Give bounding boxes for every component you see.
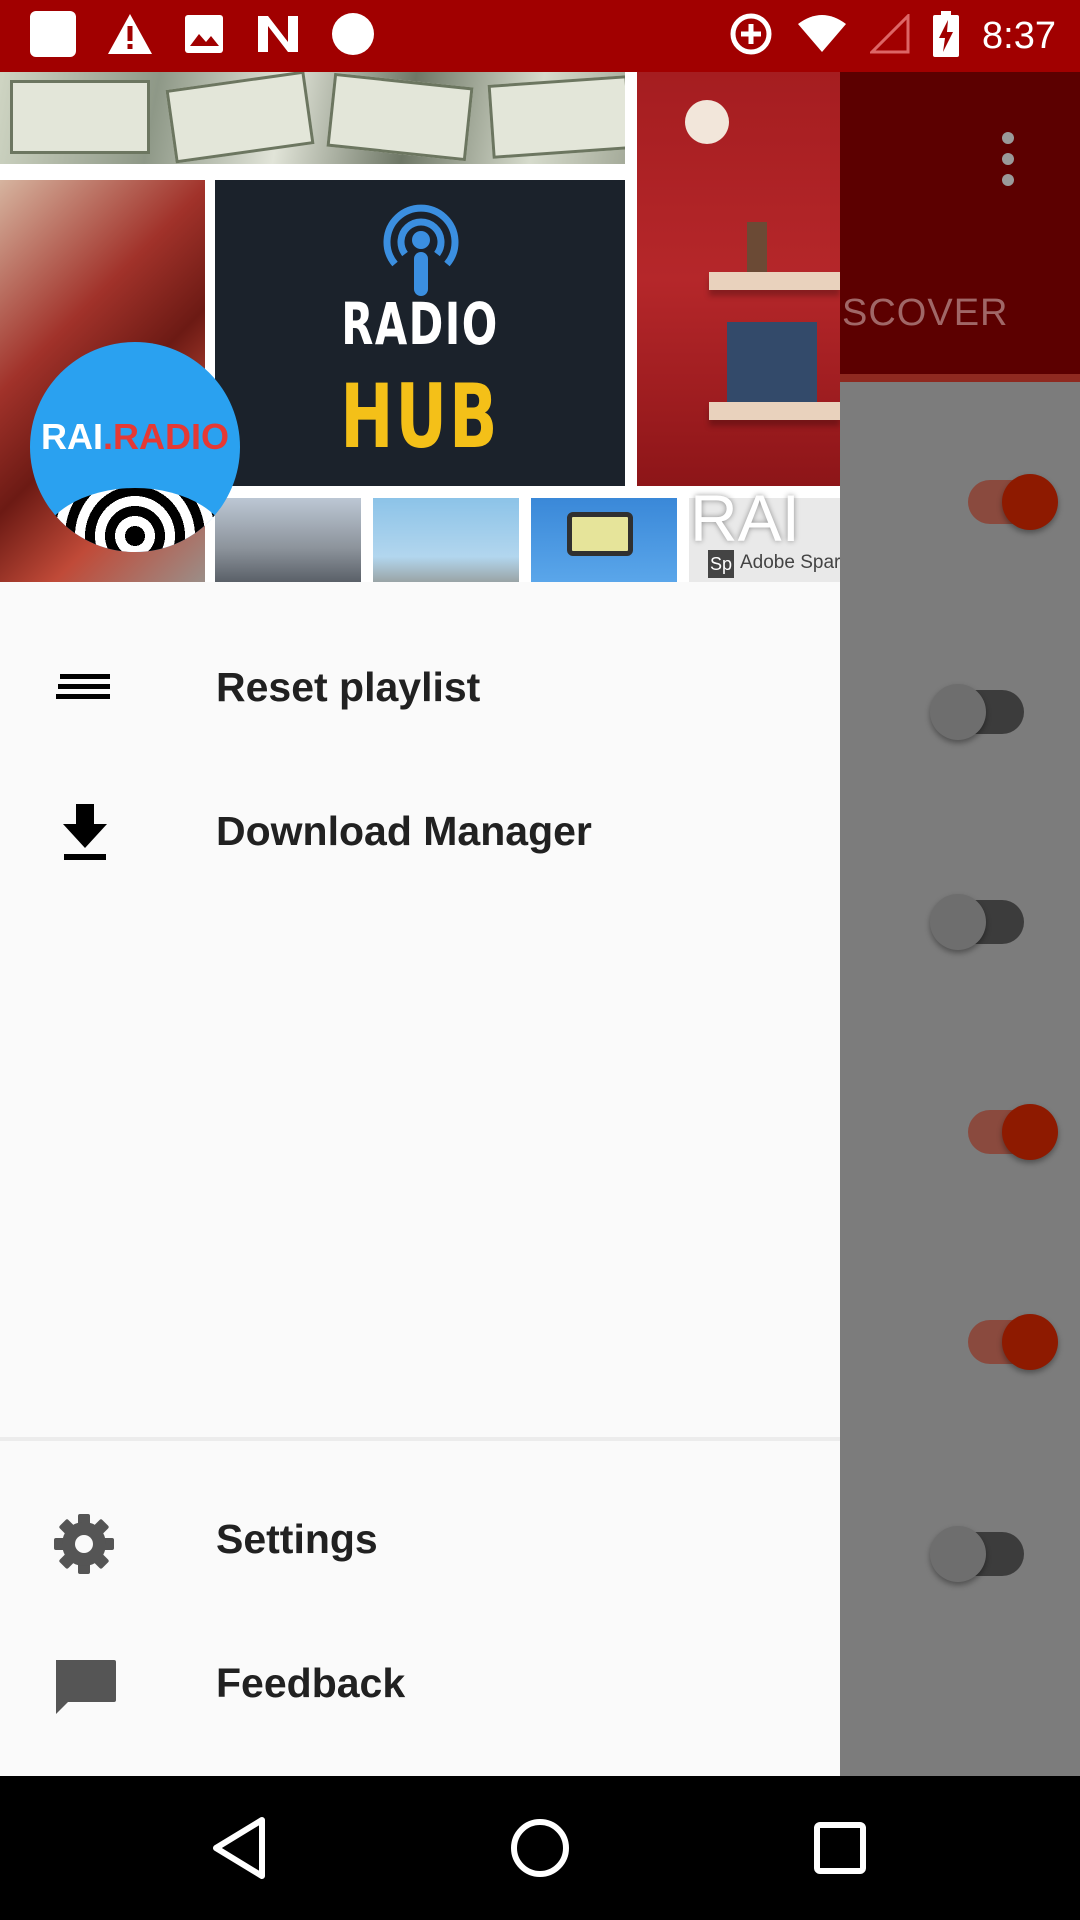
menu-item-label: Download Manager: [216, 808, 592, 854]
menu-item-download-manager[interactable]: Download Manager: [0, 764, 840, 894]
toggle-switch-1[interactable]: [958, 474, 1058, 530]
menu-item-settings[interactable]: Settings: [0, 1472, 840, 1602]
back-icon[interactable]: [198, 1806, 282, 1890]
status-bar-left: [28, 10, 376, 62]
status-time: 8:37: [982, 14, 1056, 57]
status-bar: 8:37: [0, 0, 1080, 72]
warning-icon: [106, 12, 154, 61]
feedback-icon: [50, 1656, 120, 1716]
n-logo-icon: [254, 12, 302, 61]
tab-indicator: [840, 374, 1080, 382]
home-icon[interactable]: [498, 1806, 582, 1890]
rai-overlay-text: RAI: [690, 481, 801, 555]
overflow-menu-icon[interactable]: [1000, 132, 1016, 192]
avatar-label: RAI.RADIO: [41, 416, 229, 457]
image-icon: [182, 12, 226, 61]
radio-hub-subtitle: HUB: [340, 365, 500, 468]
drawer-header: RADIO HUB RAI Sp Adobe Spark RAI.RADIO: [0, 72, 840, 582]
no-signal-icon: [868, 11, 910, 59]
header-image-phone: [531, 498, 677, 582]
toggle-switch-6[interactable]: [930, 1526, 1048, 1582]
background-toolbar: SCOVER: [840, 72, 1080, 382]
menu-item-reset-playlist[interactable]: Reset playlist: [0, 620, 840, 750]
radio-hub-title: RADIO: [341, 290, 499, 358]
data-saver-icon: [728, 11, 774, 62]
toggle-switch-5[interactable]: [958, 1314, 1058, 1370]
menu-item-feedback[interactable]: Feedback: [0, 1616, 840, 1746]
battery-charging-icon: [932, 10, 960, 63]
download-icon: [50, 804, 120, 864]
adobe-spark-label: Adobe Spark: [740, 552, 840, 573]
menu-item-label: Reset playlist: [216, 664, 481, 710]
adobe-spark-logo: Sp: [708, 550, 734, 578]
header-image-money: [0, 72, 625, 164]
toggle-switch-4[interactable]: [958, 1104, 1058, 1160]
menu-item-label: Feedback: [216, 1660, 406, 1706]
navigation-bar: [0, 1776, 1080, 1920]
gear-icon: [50, 1512, 120, 1574]
background-app: SCOVER: [840, 72, 1080, 1776]
podcast-icon: [383, 204, 459, 296]
app-notification-icon: [28, 9, 78, 64]
tab-discover[interactable]: SCOVER: [842, 292, 1008, 335]
avatar[interactable]: RAI.RADIO: [30, 342, 240, 552]
menu-item-label: Settings: [216, 1516, 378, 1562]
radio-hub-logo: RADIO HUB: [215, 180, 625, 486]
header-image-building: [215, 498, 361, 582]
status-bar-right: 8:37: [728, 10, 1056, 62]
toggle-switch-2[interactable]: [930, 684, 1048, 740]
header-image-shelf: [637, 72, 840, 486]
circle-icon: [330, 11, 376, 62]
wifi-icon: [796, 14, 848, 59]
drawer-divider: [0, 1437, 840, 1441]
playlist-icon: [50, 660, 120, 720]
header-image-liberty: [373, 498, 519, 582]
toggle-switch-3[interactable]: [930, 894, 1048, 950]
recents-icon[interactable]: [798, 1806, 882, 1890]
navigation-drawer: RADIO HUB RAI Sp Adobe Spark RAI.RADIO R…: [0, 72, 840, 1776]
